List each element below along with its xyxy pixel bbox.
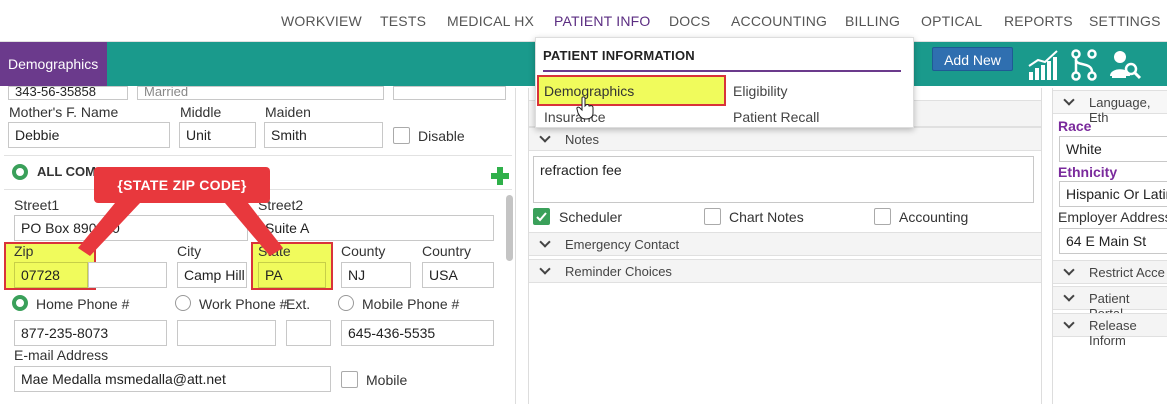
street1-field[interactable]: PO Box 890050 (14, 215, 248, 241)
work-phone-radio[interactable] (175, 295, 191, 311)
nav-reports[interactable]: REPORTS (1004, 13, 1073, 29)
dropdown-heading: PATIENT INFORMATION (543, 48, 695, 63)
maiden-field[interactable]: Smith (264, 122, 383, 148)
nav-patient-info[interactable]: PATIENT INFO (554, 13, 651, 29)
left-panel-border (515, 88, 516, 404)
accounting-label: Accounting (899, 209, 969, 225)
user-search-icon[interactable] (1108, 48, 1142, 82)
emergency-contact-header[interactable]: Emergency Contact (529, 232, 1041, 256)
state-label: State (258, 243, 291, 259)
marital-select[interactable]: Married (137, 86, 384, 100)
email-field[interactable]: Mae Medalla msmedalla@att.net (14, 366, 331, 392)
scheduler-checkbox[interactable] (533, 208, 550, 225)
city-label: City (177, 243, 202, 259)
hand-cursor-icon (576, 96, 594, 120)
nav-docs[interactable]: DOCS (669, 13, 710, 29)
zip-label: Zip (14, 243, 34, 259)
city-field[interactable]: Camp Hill (177, 262, 247, 288)
notes-section-header[interactable]: Notes (529, 127, 1041, 151)
country-field[interactable]: USA (422, 262, 494, 288)
nav-settings[interactable]: SETTINGS (1089, 13, 1161, 29)
left-scrollbar[interactable] (506, 195, 513, 261)
work-phone-field[interactable] (177, 320, 276, 346)
nav-workview[interactable]: WORKVIEW (281, 13, 362, 29)
middle-field[interactable]: Unit (179, 122, 256, 148)
mobile-checkbox[interactable] (341, 371, 358, 388)
menu-item-eligibility[interactable]: Eligibility (733, 83, 787, 99)
disable-label: Disable (418, 128, 465, 144)
county-field[interactable]: NJ (341, 262, 411, 288)
extra-select[interactable] (393, 86, 506, 100)
state-field[interactable]: PA (258, 262, 326, 288)
reminder-label: Reminder Choices (565, 264, 672, 279)
nav-accounting[interactable]: ACCOUNTING (731, 13, 827, 29)
ext-label: Ext. (286, 296, 311, 312)
state-zip-callout: {STATE ZIP CODE} (94, 167, 270, 203)
add-address-icon[interactable] (490, 166, 510, 186)
race-field[interactable]: White (1059, 136, 1167, 162)
mobile-check-label: Mobile (366, 372, 408, 388)
all-comm-label: ALL COM (37, 164, 96, 179)
menu-item-patient-recall[interactable]: Patient Recall (733, 109, 819, 125)
divider (4, 155, 512, 156)
dropdown-underline (543, 70, 901, 72)
accounting-checkbox[interactable] (874, 208, 891, 225)
county-label: County (341, 243, 386, 259)
menu-item-insurance[interactable]: Insurance (544, 109, 605, 125)
mother-name-field[interactable]: Debbie (8, 122, 170, 148)
nav-billing[interactable]: BILLING (845, 13, 900, 29)
zip-ext-field[interactable] (88, 262, 167, 288)
all-comm-radio[interactable] (12, 164, 28, 180)
ethnicity-field[interactable]: Hispanic Or Latin (1059, 181, 1167, 207)
patient-info-dropdown: PATIENT INFORMATION Demographics Eligibi… (535, 37, 914, 128)
country-label: Country (422, 243, 472, 259)
disable-checkbox[interactable] (393, 127, 410, 144)
mother-name-label: Mother's F. Name (9, 104, 119, 120)
reminder-choices-header[interactable]: Reminder Choices (529, 259, 1041, 283)
chart-trend-icon[interactable] (1026, 48, 1060, 82)
emergency-label: Emergency Contact (565, 237, 680, 252)
mobile-phone-field[interactable]: 645-436-5535 (341, 320, 494, 346)
nav-tests[interactable]: TESTS (380, 13, 426, 29)
ssn-field[interactable]: 343-56-35858 (8, 86, 128, 100)
notes-textarea[interactable]: refraction fee (533, 156, 1034, 203)
scheduler-label: Scheduler (559, 209, 623, 225)
notes-label: Notes (565, 132, 599, 147)
street2-field[interactable]: Suite A (258, 215, 494, 241)
chart-notes-label: Chart Notes (729, 209, 804, 225)
middle-label: Middle (180, 104, 222, 120)
top-nav: WORKVIEW TESTS MEDICAL HX PATIENT INFO D… (0, 0, 1167, 42)
check-icon (536, 212, 547, 222)
chart-notes-checkbox[interactable] (704, 208, 721, 225)
ext-field[interactable] (286, 320, 331, 346)
race-label: Race (1058, 118, 1092, 134)
add-new-button[interactable]: Add New (932, 47, 1013, 71)
employer-field[interactable]: 64 E Main St (1059, 228, 1167, 254)
demographics-tab[interactable]: Demographics (0, 42, 107, 86)
restrict-label: Restrict Acce (1089, 265, 1165, 280)
home-phone-field[interactable]: 877-235-8073 (14, 320, 167, 346)
work-phone-label: Work Phone # (199, 296, 288, 312)
mobile-phone-label: Mobile Phone # (362, 296, 460, 312)
merge-branch-icon[interactable] (1067, 48, 1101, 82)
home-phone-label: Home Phone # (36, 296, 130, 312)
email-label: E-mail Address (14, 347, 109, 363)
nav-optical[interactable]: OPTICAL (921, 13, 982, 29)
street1-label: Street1 (14, 197, 60, 213)
nav-medical-hx[interactable]: MEDICAL HX (447, 13, 534, 29)
maiden-label: Maiden (265, 104, 311, 120)
employer-label: Employer Address (1058, 209, 1167, 225)
zip-field[interactable]: 07728 (14, 262, 88, 288)
ethnicity-label: Ethnicity (1058, 164, 1118, 180)
mobile-phone-radio[interactable] (338, 295, 354, 311)
home-phone-radio[interactable] (12, 295, 28, 311)
